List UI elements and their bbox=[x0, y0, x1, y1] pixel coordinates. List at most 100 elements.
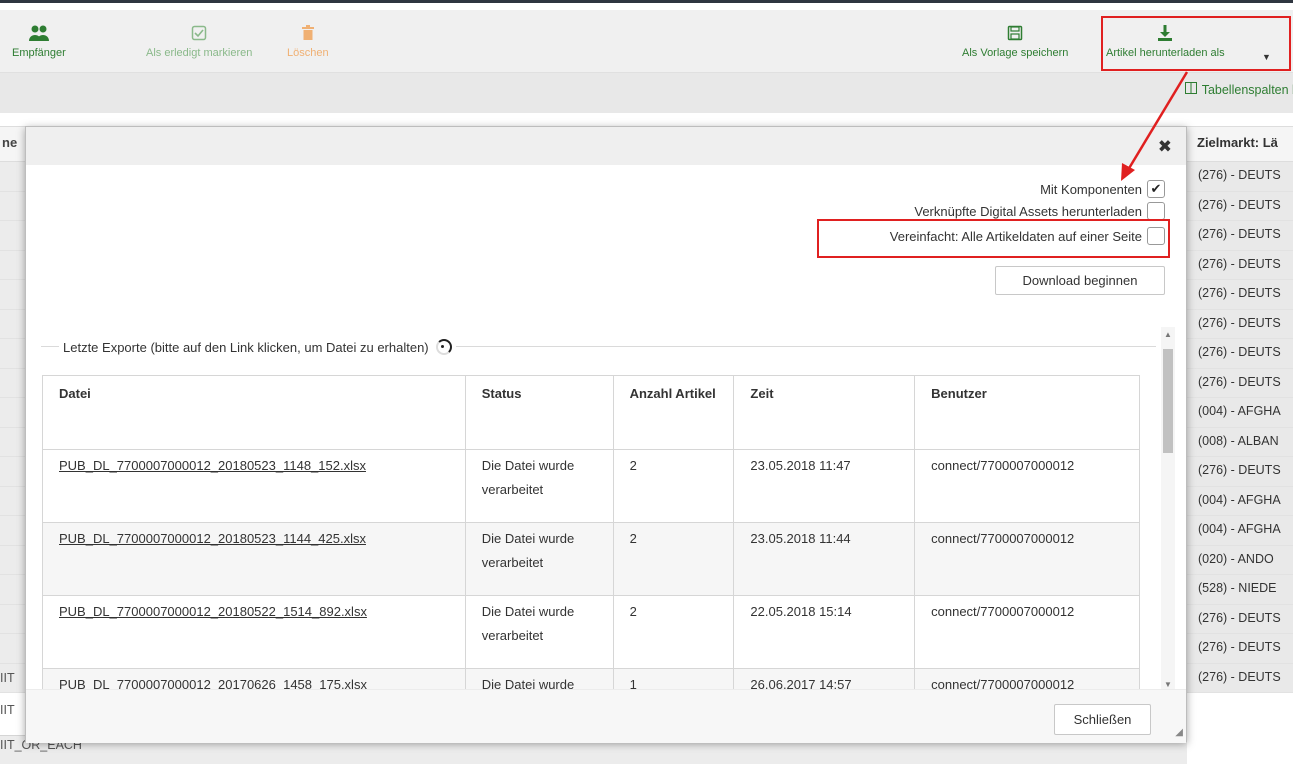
file-link[interactable]: PUB_DL_7700007000012_20180522_1514_892.x… bbox=[59, 604, 367, 619]
top-border bbox=[0, 0, 1293, 10]
target-market-cell: (276) - DEUTS bbox=[1187, 339, 1293, 369]
target-market-column: (276) - DEUTS (276) - DEUTS (276) - DEUTS(… bbox=[1187, 162, 1293, 693]
start-download-button[interactable]: Download beginnen bbox=[995, 266, 1165, 295]
file-link[interactable]: PUB_DL_7700007000012_20170626_1458_175.x… bbox=[59, 677, 367, 689]
checkmark-icon: ✔ bbox=[1150, 181, 1162, 196]
scroll-up-icon[interactable]: ▲ bbox=[1161, 327, 1175, 341]
background-row bbox=[0, 545, 25, 575]
table-row: PUB_DL_7700007000012_20170626_1458_175.x… bbox=[42, 668, 1140, 689]
background-left-rows bbox=[0, 162, 25, 693]
file-link[interactable]: PUB_DL_7700007000012_20180523_1148_152.x… bbox=[59, 458, 366, 473]
recipients-button[interactable]: Empfänger bbox=[12, 10, 66, 73]
target-market-header[interactable]: Zielmarkt: Lä bbox=[1197, 135, 1278, 150]
background-row bbox=[0, 191, 25, 221]
background-row bbox=[0, 398, 25, 428]
dialog-header bbox=[26, 127, 1186, 165]
save-template-button[interactable]: Als Vorlage speichern bbox=[962, 10, 1068, 73]
scrollbar-thumb[interactable] bbox=[1163, 349, 1173, 453]
target-market-cell: (276) - DEUTS bbox=[1187, 162, 1293, 192]
option-label: Verknüpfte Digital Assets herunterladen bbox=[914, 203, 1142, 219]
background-left-text: IIT bbox=[0, 703, 15, 717]
background-row bbox=[0, 486, 25, 516]
file-link[interactable]: PUB_DL_7700007000012_20180523_1144_425.x… bbox=[59, 531, 366, 546]
background-row bbox=[0, 250, 25, 280]
caret-down-icon[interactable]: ▼ bbox=[1262, 52, 1271, 62]
option-simplified[interactable]: Vereinfacht: Alle Artikeldaten auf einer… bbox=[890, 227, 1165, 245]
target-market-cell: (276) - DEUTS bbox=[1187, 457, 1293, 487]
checkbox-icon bbox=[188, 22, 210, 44]
with-components-checkbox[interactable]: ✔ bbox=[1147, 180, 1165, 198]
user-cell: connect/7700007000012 bbox=[914, 595, 1140, 669]
mark-done-button[interactable]: Als erledigt markieren bbox=[146, 10, 252, 73]
option-label: Mit Komponenten bbox=[1040, 181, 1142, 197]
loading-spinner-icon bbox=[435, 339, 452, 355]
count-cell: 2 bbox=[612, 595, 735, 669]
file-cell: PUB_DL_7700007000012_20180523_1144_425.x… bbox=[42, 522, 466, 596]
target-market-cell: (004) - AFGHA bbox=[1187, 486, 1293, 516]
mark-done-label: Als erledigt markieren bbox=[146, 47, 253, 59]
user-cell: connect/7700007000012 bbox=[914, 522, 1140, 596]
simplified-checkbox[interactable] bbox=[1147, 227, 1165, 245]
resize-handle-icon[interactable]: ◢ bbox=[1175, 727, 1183, 738]
recent-exports-legend: Letzte Exporte (bitte auf den Link klick… bbox=[59, 339, 456, 355]
exports-scroll-area[interactable]: Datei Status Anzahl Artikel Zeit Benutze… bbox=[26, 375, 1166, 689]
digital-assets-checkbox[interactable] bbox=[1147, 202, 1165, 220]
table-row: PUB_DL_7700007000012_20180523_1144_425.x… bbox=[42, 522, 1140, 596]
table-columns-link[interactable]: Tabellenspalten b bbox=[1184, 82, 1293, 97]
count-cell: 1 bbox=[612, 668, 735, 689]
column-header-file: Datei bbox=[42, 375, 466, 450]
count-cell: 2 bbox=[612, 449, 735, 523]
columns-icon bbox=[1184, 82, 1197, 97]
target-market-cell: (008) - ALBAN bbox=[1187, 427, 1293, 457]
table-row: PUB_DL_7700007000012_20180523_1148_152.x… bbox=[42, 449, 1140, 523]
table-row: PUB_DL_7700007000012_20180522_1514_892.x… bbox=[42, 595, 1140, 669]
target-market-cell: (276) - DEUTS bbox=[1187, 368, 1293, 398]
background-row bbox=[0, 516, 25, 546]
delete-label: Löschen bbox=[287, 47, 329, 59]
toolbar: Empfänger Als erledigt markieren Löschen… bbox=[0, 10, 1293, 73]
status-cell: Die Datei wurde verarbeitet bbox=[464, 595, 614, 669]
background-row bbox=[0, 457, 25, 487]
target-market-cell: (020) - ANDO bbox=[1187, 545, 1293, 575]
floppy-icon bbox=[1004, 22, 1026, 44]
recent-exports-label: Letzte Exporte (bitte auf den Link klick… bbox=[63, 339, 429, 355]
background-row bbox=[0, 309, 25, 339]
background-row bbox=[0, 221, 25, 251]
target-market-cell: (004) - AFGHA bbox=[1187, 516, 1293, 546]
target-market-cell: (276) - DEUTS bbox=[1187, 221, 1293, 251]
background-row bbox=[0, 339, 25, 369]
time-cell: 23.05.2018 11:47 bbox=[733, 449, 916, 523]
users-icon bbox=[28, 22, 50, 44]
background-row bbox=[0, 634, 25, 664]
column-header-count: Anzahl Artikel bbox=[612, 375, 735, 450]
option-digital-assets[interactable]: Verknüpfte Digital Assets herunterladen bbox=[914, 202, 1165, 220]
download-as-label: Artikel herunterladen als bbox=[1106, 47, 1225, 59]
target-market-cell: (276) - DEUTS bbox=[1187, 663, 1293, 693]
status-cell: Die Datei wurde bbox=[464, 668, 614, 689]
user-cell: connect/7700007000012 bbox=[914, 668, 1140, 689]
background-row bbox=[0, 280, 25, 310]
target-market-cell: (276) - DEUTS bbox=[1187, 250, 1293, 280]
time-cell: 22.05.2018 15:14 bbox=[733, 595, 916, 669]
file-cell: PUB_DL_7700007000012_20180523_1148_152.x… bbox=[42, 449, 466, 523]
close-button[interactable]: Schließen bbox=[1054, 704, 1151, 735]
exports-header-row: Datei Status Anzahl Artikel Zeit Benutze… bbox=[42, 375, 1140, 450]
download-icon bbox=[1154, 22, 1176, 44]
target-market-cell: (004) - AFGHA bbox=[1187, 398, 1293, 428]
target-market-cell: (276) - DEUTS bbox=[1187, 634, 1293, 664]
exports-table: Datei Status Anzahl Artikel Zeit Benutze… bbox=[42, 375, 1140, 689]
download-as-button[interactable]: Artikel herunterladen als bbox=[1106, 10, 1225, 73]
option-with-components[interactable]: Mit Komponenten ✔ bbox=[1040, 180, 1165, 198]
table-columns-label: Tabellenspalten b bbox=[1201, 82, 1293, 97]
download-dialog: ✖ Mit Komponenten ✔ Verknüpfte Digital A… bbox=[25, 126, 1187, 743]
file-cell: PUB_DL_7700007000012_20170626_1458_175.x… bbox=[42, 668, 466, 689]
sub-toolbar bbox=[0, 73, 1293, 113]
status-cell: Die Datei wurde verarbeitet bbox=[464, 522, 614, 596]
delete-button[interactable]: Löschen bbox=[287, 10, 329, 73]
target-market-cell: (528) - NIEDE bbox=[1187, 575, 1293, 605]
user-cell: connect/7700007000012 bbox=[914, 449, 1140, 523]
dialog-footer bbox=[26, 689, 1186, 743]
vertical-scrollbar[interactable]: ▲ ▼ bbox=[1161, 327, 1175, 691]
close-icon[interactable]: ✖ bbox=[1158, 137, 1172, 157]
target-market-cell: (276) - DEUTS bbox=[1187, 604, 1293, 634]
